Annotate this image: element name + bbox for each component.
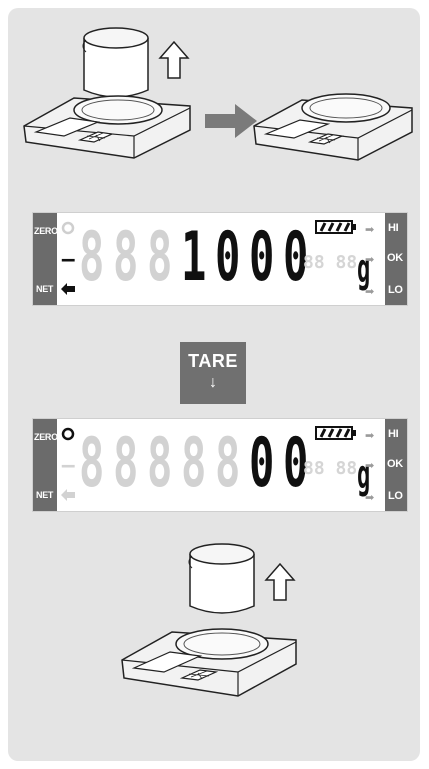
tare-button[interactable]: TARE ↓ xyxy=(180,342,246,404)
digit-4: 1 xyxy=(181,218,207,297)
zero-label: ZERO xyxy=(34,226,58,236)
digit-2: 8 xyxy=(113,218,139,297)
scale-with-container-lifted-icon xyxy=(121,543,297,697)
lo-label: LO xyxy=(388,490,403,502)
tare-button-label: TARE xyxy=(188,351,238,371)
down-arrow-icon: ↓ xyxy=(209,374,217,391)
digit-6: 0 xyxy=(249,424,275,503)
ok-arrow-icon: ➡ xyxy=(365,460,375,472)
lcd-right-annunciator-bar: HI OK LO xyxy=(385,419,407,511)
digit-1: 8 xyxy=(79,218,105,297)
unit-ghost-segments: 88 88 xyxy=(303,458,358,479)
battery-icon xyxy=(315,426,356,440)
zero-label: ZERO xyxy=(34,432,58,442)
hi-arrow-icon: ➡ xyxy=(365,224,375,236)
digit-5: 8 xyxy=(215,424,241,503)
digit-7: 0 xyxy=(283,424,309,503)
digit-3: 8 xyxy=(147,218,173,297)
lcd-left-annunciator-bar: ZERO NET xyxy=(33,419,58,511)
lcd-display-after-tare: ZERO NET HI OK LO – 8 8 8 8 8 0 0 88 88 … xyxy=(32,418,408,512)
lo-label: LO xyxy=(388,284,403,296)
lo-arrow-icon: ➡ xyxy=(365,492,375,504)
digit-7: 0 xyxy=(283,218,309,297)
lcd-display-before-tare: ZERO NET HI OK LO – 8 8 8 1 0 0 0 88 88 … xyxy=(32,212,408,306)
scale-with-container-icon xyxy=(23,27,191,159)
net-label: NET xyxy=(36,490,54,500)
hi-label: HI xyxy=(388,222,399,234)
digit-2: 8 xyxy=(113,424,139,503)
digit-6: 0 xyxy=(249,218,275,297)
minus-sign: – xyxy=(61,243,76,273)
lo-arrow-icon: ➡ xyxy=(365,286,375,298)
net-arrow-icon xyxy=(61,283,75,295)
ok-label: OK xyxy=(387,458,403,470)
hi-arrow-icon: ➡ xyxy=(365,430,375,442)
hi-label: HI xyxy=(388,428,399,440)
digit-1: 8 xyxy=(79,424,105,503)
lcd-left-annunciator-bar: ZERO NET xyxy=(33,213,58,305)
digit-3: 8 xyxy=(147,424,173,503)
zero-indicator-icon xyxy=(61,221,75,235)
ok-label: OK xyxy=(387,252,403,264)
battery-icon xyxy=(315,220,356,234)
ok-arrow-icon: ➡ xyxy=(365,254,375,266)
empty-scale-icon xyxy=(253,93,413,161)
unit-ghost-segments: 88 88 xyxy=(303,252,358,273)
zero-indicator-icon xyxy=(61,427,75,441)
net-label: NET xyxy=(36,284,54,294)
digit-5: 0 xyxy=(215,218,241,297)
net-arrow-icon xyxy=(61,489,75,501)
minus-sign-ghost: – xyxy=(61,449,76,479)
digit-4: 8 xyxy=(181,424,207,503)
lcd-right-annunciator-bar: HI OK LO xyxy=(385,213,407,305)
